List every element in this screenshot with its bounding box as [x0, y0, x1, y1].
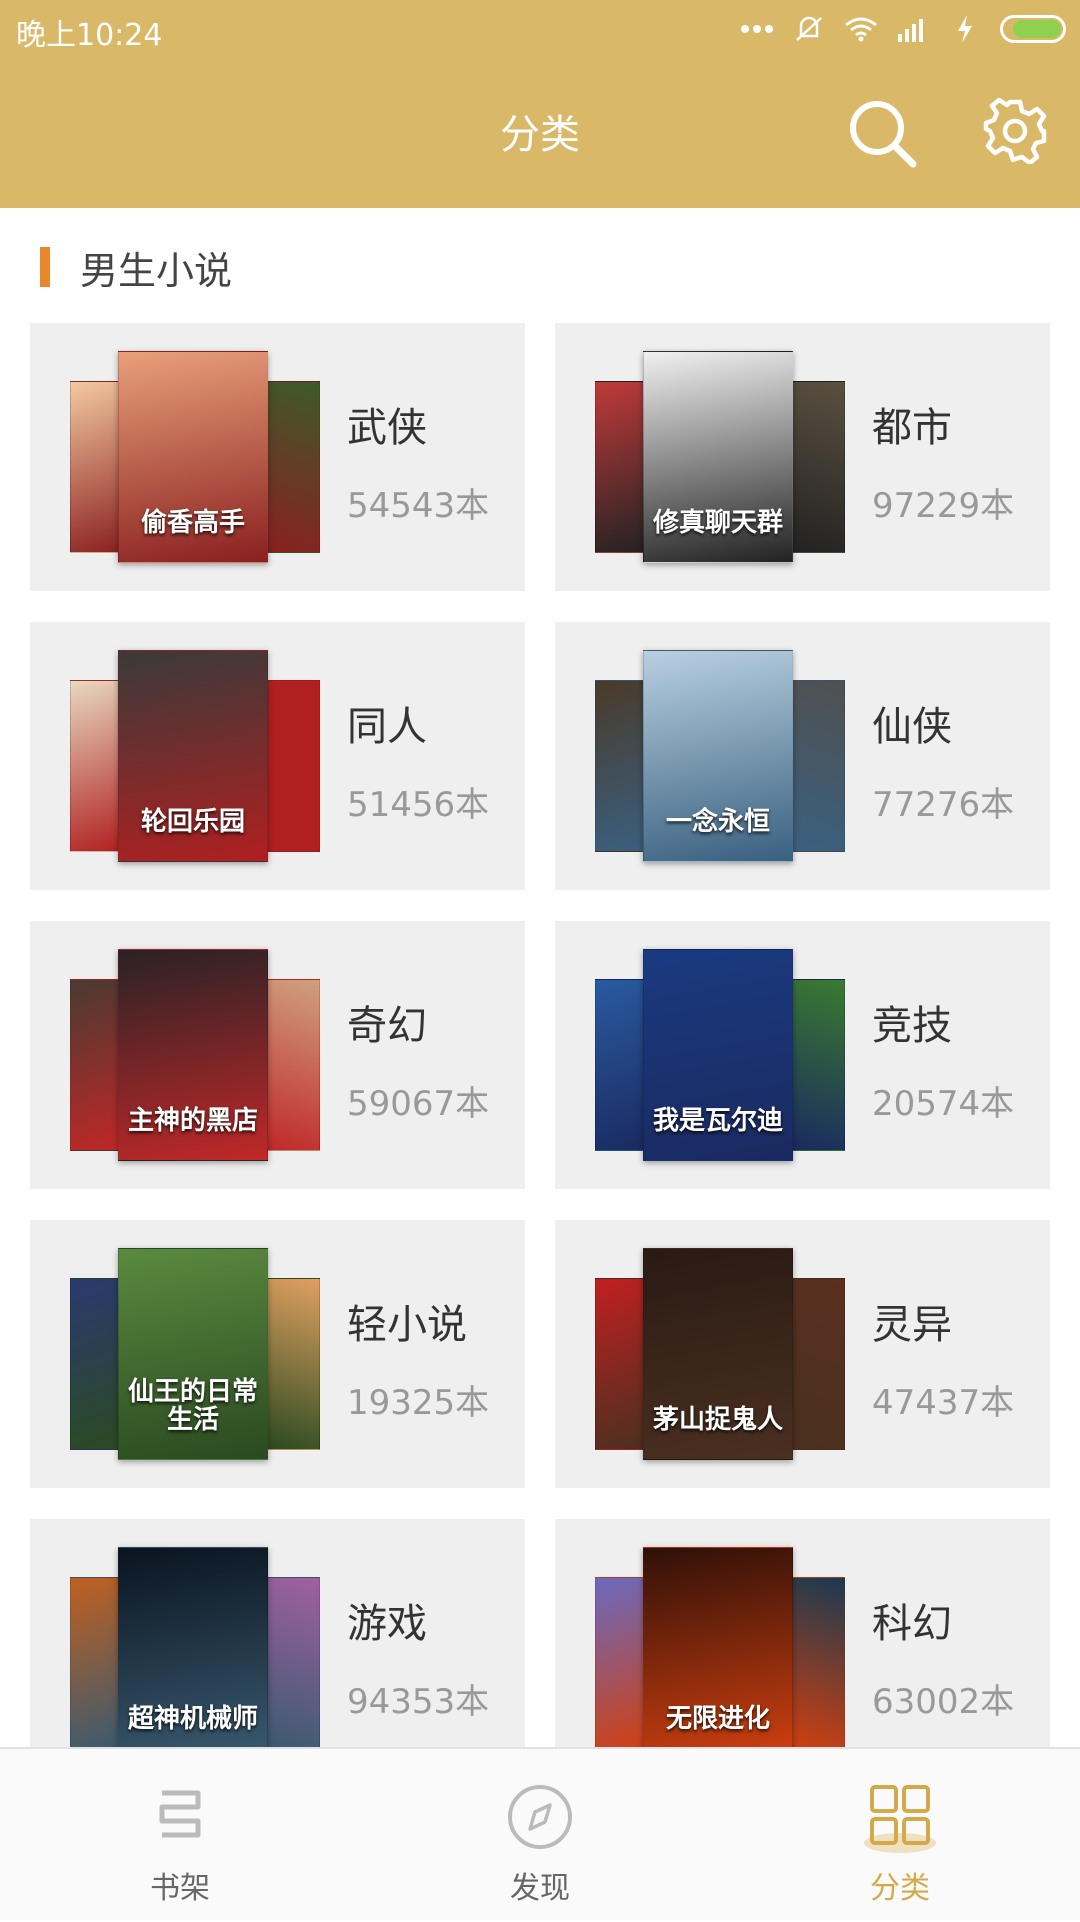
charging-icon [948, 14, 982, 44]
book-cover: 仙王的日常生活 [118, 1248, 268, 1460]
category-grid-icon [860, 1777, 940, 1857]
category-count: 63002本 [872, 1682, 1015, 1722]
tab-label: 分类 [870, 1871, 930, 1906]
book-cover [264, 1577, 320, 1749]
cover-stack: 轮回乐园 [70, 650, 320, 862]
tab-label: 发现 [510, 1871, 570, 1906]
category-count: 19325本 [347, 1383, 490, 1423]
book-cover: 茅山捉鬼人 [643, 1248, 793, 1460]
book-cover [789, 1278, 845, 1450]
book-cover [789, 680, 845, 852]
category-card[interactable]: 茅山捉鬼人 灵异 47437本 [555, 1220, 1050, 1488]
cover-title: 一念永恒 [665, 807, 770, 838]
status-time: 晚上10:24 [16, 18, 163, 53]
category-card[interactable]: 偷香高手 武侠 54543本 [30, 323, 525, 591]
tab-discover[interactable]: 发现 [440, 1749, 640, 1922]
book-cover [264, 680, 320, 852]
category-name: 游戏 [347, 1601, 427, 1647]
bookshelf-icon [140, 1777, 220, 1857]
cover-stack: 偷香高手 [70, 351, 320, 563]
category-card[interactable]: 主神的黑店 奇幻 59067本 [30, 921, 525, 1189]
category-count: 97229本 [872, 486, 1015, 526]
category-card[interactable]: 一念永恒 仙侠 77276本 [555, 622, 1050, 890]
book-cover: 修真聊天群 [643, 351, 793, 563]
section-accent-bar [40, 247, 50, 287]
tab-label: 书架 [150, 1871, 210, 1906]
cover-stack: 无限进化 [595, 1547, 845, 1759]
book-cover [264, 381, 320, 553]
category-card[interactable]: 我是瓦尔迪 竞技 20574本 [555, 921, 1050, 1189]
gear-icon[interactable] [982, 97, 1048, 166]
category-name: 灵异 [872, 1302, 952, 1348]
more-dots-icon [740, 14, 774, 44]
book-cover: 偷香高手 [118, 351, 268, 563]
cover-stack: 一念永恒 [595, 650, 845, 862]
category-card[interactable]: 仙王的日常生活 轻小说 19325本 [30, 1220, 525, 1488]
compass-icon [500, 1777, 580, 1857]
category-name: 科幻 [872, 1601, 952, 1647]
book-cover: 无限进化 [643, 1547, 793, 1759]
section-title: 男生小说 [80, 248, 233, 293]
tab-bookshelf[interactable]: 书架 [80, 1749, 280, 1922]
category-count: 20574本 [872, 1084, 1015, 1124]
category-name: 奇幻 [347, 1003, 427, 1049]
cover-title: 主神的黑店 [127, 1106, 258, 1137]
bottom-tab-bar: 书架 发现 分类 [0, 1747, 1080, 1920]
category-count: 54543本 [347, 486, 490, 526]
cover-stack: 主神的黑店 [70, 949, 320, 1161]
mute-vibrate-icon [792, 14, 826, 44]
book-cover [789, 979, 845, 1151]
cover-title: 我是瓦尔迪 [652, 1106, 783, 1137]
tab-category[interactable]: 分类 [800, 1749, 1000, 1922]
category-name: 同人 [347, 704, 427, 750]
category-count: 51456本 [347, 785, 490, 825]
app-header: 分类 [0, 56, 1080, 208]
cover-stack: 茅山捉鬼人 [595, 1248, 845, 1460]
category-count: 47437本 [872, 1383, 1015, 1423]
cover-title: 超神机械师 [127, 1704, 258, 1735]
signal-icon [896, 14, 930, 44]
category-card[interactable]: 修真聊天群 都市 97229本 [555, 323, 1050, 591]
category-name: 都市 [872, 405, 952, 451]
category-card[interactable]: 轮回乐园 同人 51456本 [30, 622, 525, 890]
cover-stack: 超神机械师 [70, 1547, 320, 1759]
cover-title: 无限进化 [665, 1704, 770, 1735]
book-cover [264, 979, 320, 1151]
book-cover: 一念永恒 [643, 650, 793, 862]
book-cover [789, 1577, 845, 1749]
cover-title: 偷香高手 [140, 508, 245, 539]
category-name: 轻小说 [347, 1302, 467, 1348]
book-cover [264, 1278, 320, 1450]
cover-title: 轮回乐园 [140, 807, 245, 838]
category-name: 武侠 [347, 405, 427, 451]
book-cover: 我是瓦尔迪 [643, 949, 793, 1161]
status-bar: 晚上10:24 [0, 0, 1080, 56]
wifi-icon [844, 14, 878, 44]
status-icons [740, 12, 1066, 46]
cover-stack: 修真聊天群 [595, 351, 845, 563]
cover-title: 茅山捉鬼人 [652, 1405, 783, 1436]
battery-icon [1000, 15, 1066, 43]
book-cover: 主神的黑店 [118, 949, 268, 1161]
cover-stack: 我是瓦尔迪 [595, 949, 845, 1161]
book-cover: 超神机械师 [118, 1547, 268, 1759]
cover-stack: 仙王的日常生活 [70, 1248, 320, 1460]
category-name: 仙侠 [872, 704, 952, 750]
category-count: 59067本 [347, 1084, 490, 1124]
book-cover: 轮回乐园 [118, 650, 268, 862]
section-header: 男生小说 [40, 245, 232, 293]
category-count: 77276本 [872, 785, 1015, 825]
cover-title: 修真聊天群 [652, 508, 783, 539]
category-name: 竞技 [872, 1003, 952, 1049]
cover-title: 仙王的日常生活 [127, 1376, 258, 1436]
search-icon[interactable] [845, 96, 921, 172]
category-count: 94353本 [347, 1682, 490, 1722]
book-cover [789, 381, 845, 553]
